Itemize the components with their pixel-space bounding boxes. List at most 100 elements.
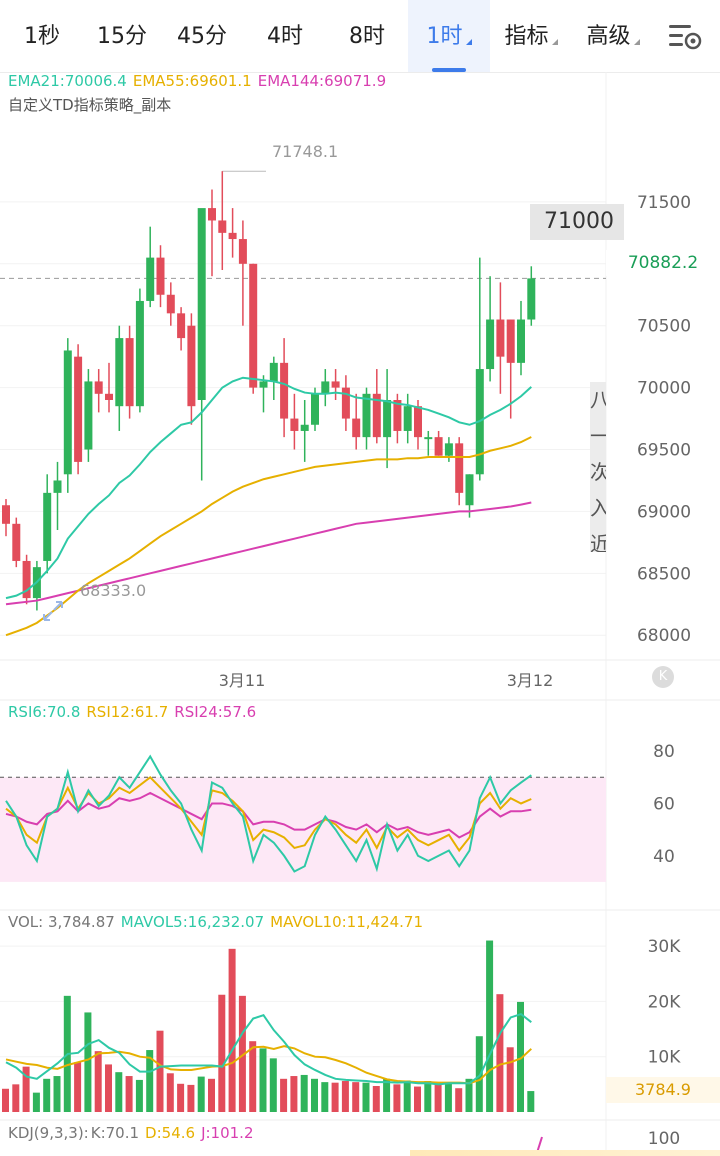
candle-body bbox=[166, 294, 175, 314]
tab-label: 45分 bbox=[177, 24, 227, 49]
volume-bar bbox=[280, 1078, 288, 1112]
tab-5[interactable]: 1时 bbox=[408, 0, 490, 72]
candle-body bbox=[352, 418, 361, 438]
candle-body bbox=[53, 480, 62, 493]
volume-bar bbox=[434, 1083, 442, 1112]
candle-body bbox=[84, 381, 93, 450]
volume-bar bbox=[362, 1082, 370, 1112]
kdj-d-legend: D:54.6 bbox=[145, 1124, 196, 1142]
date-axis-label: 3月11 bbox=[219, 671, 266, 690]
volume-bar bbox=[2, 1088, 9, 1112]
high-price-label: 71748.1 bbox=[272, 142, 339, 161]
candle-body bbox=[331, 381, 340, 388]
price-flag-label[interactable]: 71000 bbox=[530, 204, 624, 240]
candle-body bbox=[321, 381, 330, 394]
volume-bar bbox=[94, 1051, 102, 1112]
price-axis-label: 68500 bbox=[637, 564, 691, 584]
tab-label: 高级 bbox=[586, 24, 631, 49]
kdj-j-legend: J:101.2 bbox=[201, 1124, 254, 1142]
candle-body bbox=[63, 350, 72, 475]
tab-label: 4时 bbox=[267, 24, 303, 49]
side-info-panel[interactable]: 八一次入近 bbox=[590, 382, 606, 552]
price-axis-label: 71500 bbox=[637, 193, 691, 213]
price-axis-label: 69500 bbox=[637, 441, 691, 461]
candle-body bbox=[2, 505, 10, 524]
ema55-line bbox=[5, 436, 532, 637]
candle-body bbox=[12, 523, 21, 561]
current-volume-tag: 3784.9 bbox=[606, 1077, 720, 1103]
tab-label: 1秒 bbox=[24, 24, 60, 49]
volume-bar bbox=[496, 994, 504, 1112]
candle-body bbox=[465, 474, 474, 506]
volume-bar bbox=[321, 1082, 329, 1112]
candle-body bbox=[228, 232, 237, 240]
rsi24-legend: RSI24:57.6 bbox=[174, 703, 257, 721]
candle-body bbox=[156, 257, 165, 295]
volume-bar bbox=[105, 1064, 112, 1112]
volume-bar bbox=[331, 1082, 339, 1112]
candle-body bbox=[269, 362, 278, 382]
rsi6-legend: RSI6:70.8 bbox=[8, 703, 81, 721]
volume-bar bbox=[166, 1073, 174, 1112]
candle-body bbox=[259, 381, 268, 388]
candle-body bbox=[249, 263, 258, 388]
candle-body bbox=[135, 300, 144, 407]
tab-4[interactable]: 8时 bbox=[326, 0, 408, 72]
price-axis-label: 70500 bbox=[637, 317, 691, 337]
date-axis-label: 3月12 bbox=[507, 671, 554, 690]
dropdown-caret-icon bbox=[633, 39, 640, 45]
candle-body bbox=[125, 338, 134, 407]
volume-bar bbox=[156, 1030, 164, 1112]
price-axis-label: 70000 bbox=[637, 379, 691, 399]
volume-bar bbox=[125, 1076, 133, 1112]
volume-bar bbox=[506, 1047, 514, 1112]
ema144-legend: EMA144:69071.9 bbox=[257, 72, 387, 90]
volume-bar bbox=[32, 1092, 40, 1112]
candle-body bbox=[300, 424, 309, 431]
volume-bar bbox=[475, 1036, 483, 1112]
current-price-tag: 70882.2 bbox=[606, 250, 720, 276]
kdj-name-legend: KDJ(9,3,3): bbox=[8, 1124, 89, 1142]
volume-bar bbox=[300, 1074, 308, 1112]
candle-body bbox=[115, 338, 124, 407]
rsi-axis-label: 80 bbox=[653, 742, 675, 762]
tab-0[interactable]: 1秒 bbox=[0, 0, 84, 72]
volume-bar bbox=[43, 1078, 51, 1112]
chart-settings-icon[interactable] bbox=[668, 22, 702, 52]
tab-7[interactable]: 高级 bbox=[572, 0, 654, 72]
candle-body bbox=[486, 319, 495, 370]
strategy-legend: 自定义TD指标策略_副本 bbox=[8, 96, 172, 114]
tab-label: 8时 bbox=[349, 24, 385, 49]
volume-bar bbox=[177, 1083, 185, 1112]
volume-bar bbox=[341, 1081, 349, 1112]
candle-body bbox=[311, 393, 319, 425]
tab-1[interactable]: 15分 bbox=[84, 0, 160, 72]
dropdown-caret-icon bbox=[551, 39, 558, 45]
candle-body bbox=[455, 443, 464, 493]
candle-body bbox=[362, 393, 371, 438]
tab-6[interactable]: 指标 bbox=[490, 0, 572, 72]
price-axis-label: 69000 bbox=[637, 502, 691, 522]
tab-2[interactable]: 45分 bbox=[160, 0, 244, 72]
kdj-legend: KDJ(9,3,3): K:70.1 D:54.6 J:101.2 bbox=[8, 1124, 259, 1142]
candle-body bbox=[341, 387, 350, 419]
volume-bar bbox=[74, 1062, 82, 1112]
kdj-k-legend: K:70.1 bbox=[90, 1124, 140, 1142]
rsi12-legend: RSI12:61.7 bbox=[86, 703, 169, 721]
volume-bar bbox=[53, 1076, 61, 1112]
volume-bar bbox=[249, 1041, 257, 1112]
candle-body bbox=[527, 278, 536, 320]
volume-axis-label: 20K bbox=[648, 992, 682, 1012]
volume-bar bbox=[12, 1084, 20, 1112]
candle-body bbox=[177, 313, 186, 339]
volume-bar bbox=[527, 1091, 535, 1112]
volume-axis-label: 10K bbox=[648, 1048, 682, 1068]
tab-label: 指标 bbox=[504, 24, 549, 49]
collapse-icon[interactable]: K bbox=[652, 666, 674, 688]
volume-legend: VOL: 3,784.87 MAVOL5:16,232.07 MAVOL10:11,… bbox=[8, 913, 429, 931]
tab-3[interactable]: 4时 bbox=[244, 0, 326, 72]
rsi-axis-label: 60 bbox=[653, 794, 675, 814]
kdj-indicator-strip bbox=[410, 1150, 720, 1156]
volume-bar bbox=[352, 1082, 360, 1112]
ema-legend: EMA21:70006.4 EMA55:69601.1 EMA144:69071.9 bbox=[8, 72, 392, 90]
